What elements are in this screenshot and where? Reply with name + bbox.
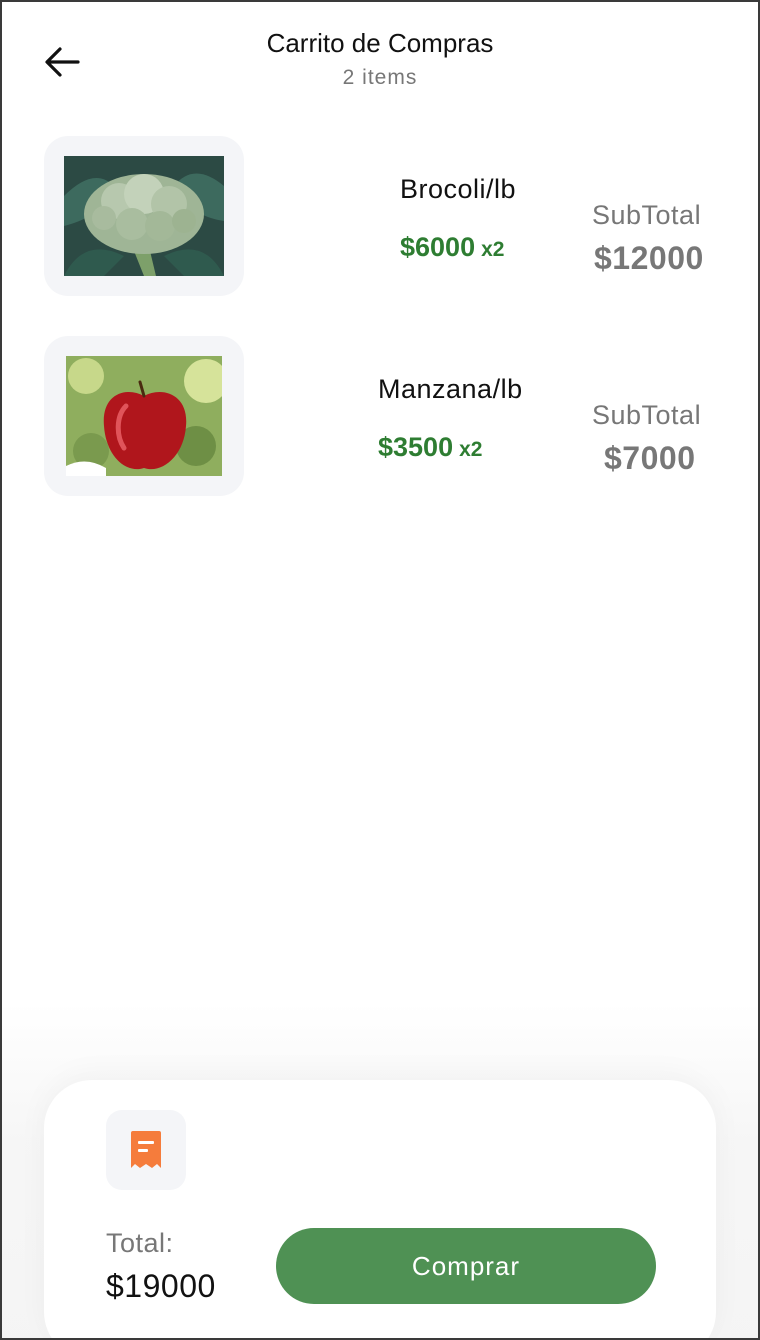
total-value: $19000 [106, 1268, 216, 1304]
product-name: Manzana/lb [378, 374, 523, 404]
apple-image [66, 356, 222, 476]
product-thumbnail-broccoli [44, 136, 244, 296]
checkout-panel: Total: $19000 Comprar [44, 1080, 716, 1338]
product-price: $6000 [400, 232, 476, 262]
subtotal-label: SubTotal [592, 400, 702, 430]
receipt-button[interactable] [106, 1110, 186, 1190]
product-quantity: x2 [459, 438, 483, 461]
product-thumbnail-apple [44, 336, 244, 496]
subtotal-value: $7000 [604, 440, 696, 476]
product-price-line: $3500 x2 [378, 432, 482, 463]
subtotal-label: SubTotal [592, 200, 702, 230]
product-quantity: x2 [481, 238, 505, 261]
item-count: 2 items [342, 66, 418, 89]
receipt-icon [131, 1131, 161, 1168]
product-name: Brocoli/lb [400, 174, 517, 204]
page-title: Carrito de Compras [266, 28, 494, 58]
broccoli-image [64, 156, 224, 276]
subtotal-value: $12000 [594, 240, 704, 276]
app-screen: Carrito de Compras 2 items Brocoli/lb $6… [0, 0, 760, 1340]
buy-button[interactable]: Comprar [276, 1228, 656, 1304]
product-price-line: $6000 x2 [400, 232, 504, 263]
product-price: $3500 [378, 432, 454, 462]
total-label: Total: [106, 1228, 174, 1258]
